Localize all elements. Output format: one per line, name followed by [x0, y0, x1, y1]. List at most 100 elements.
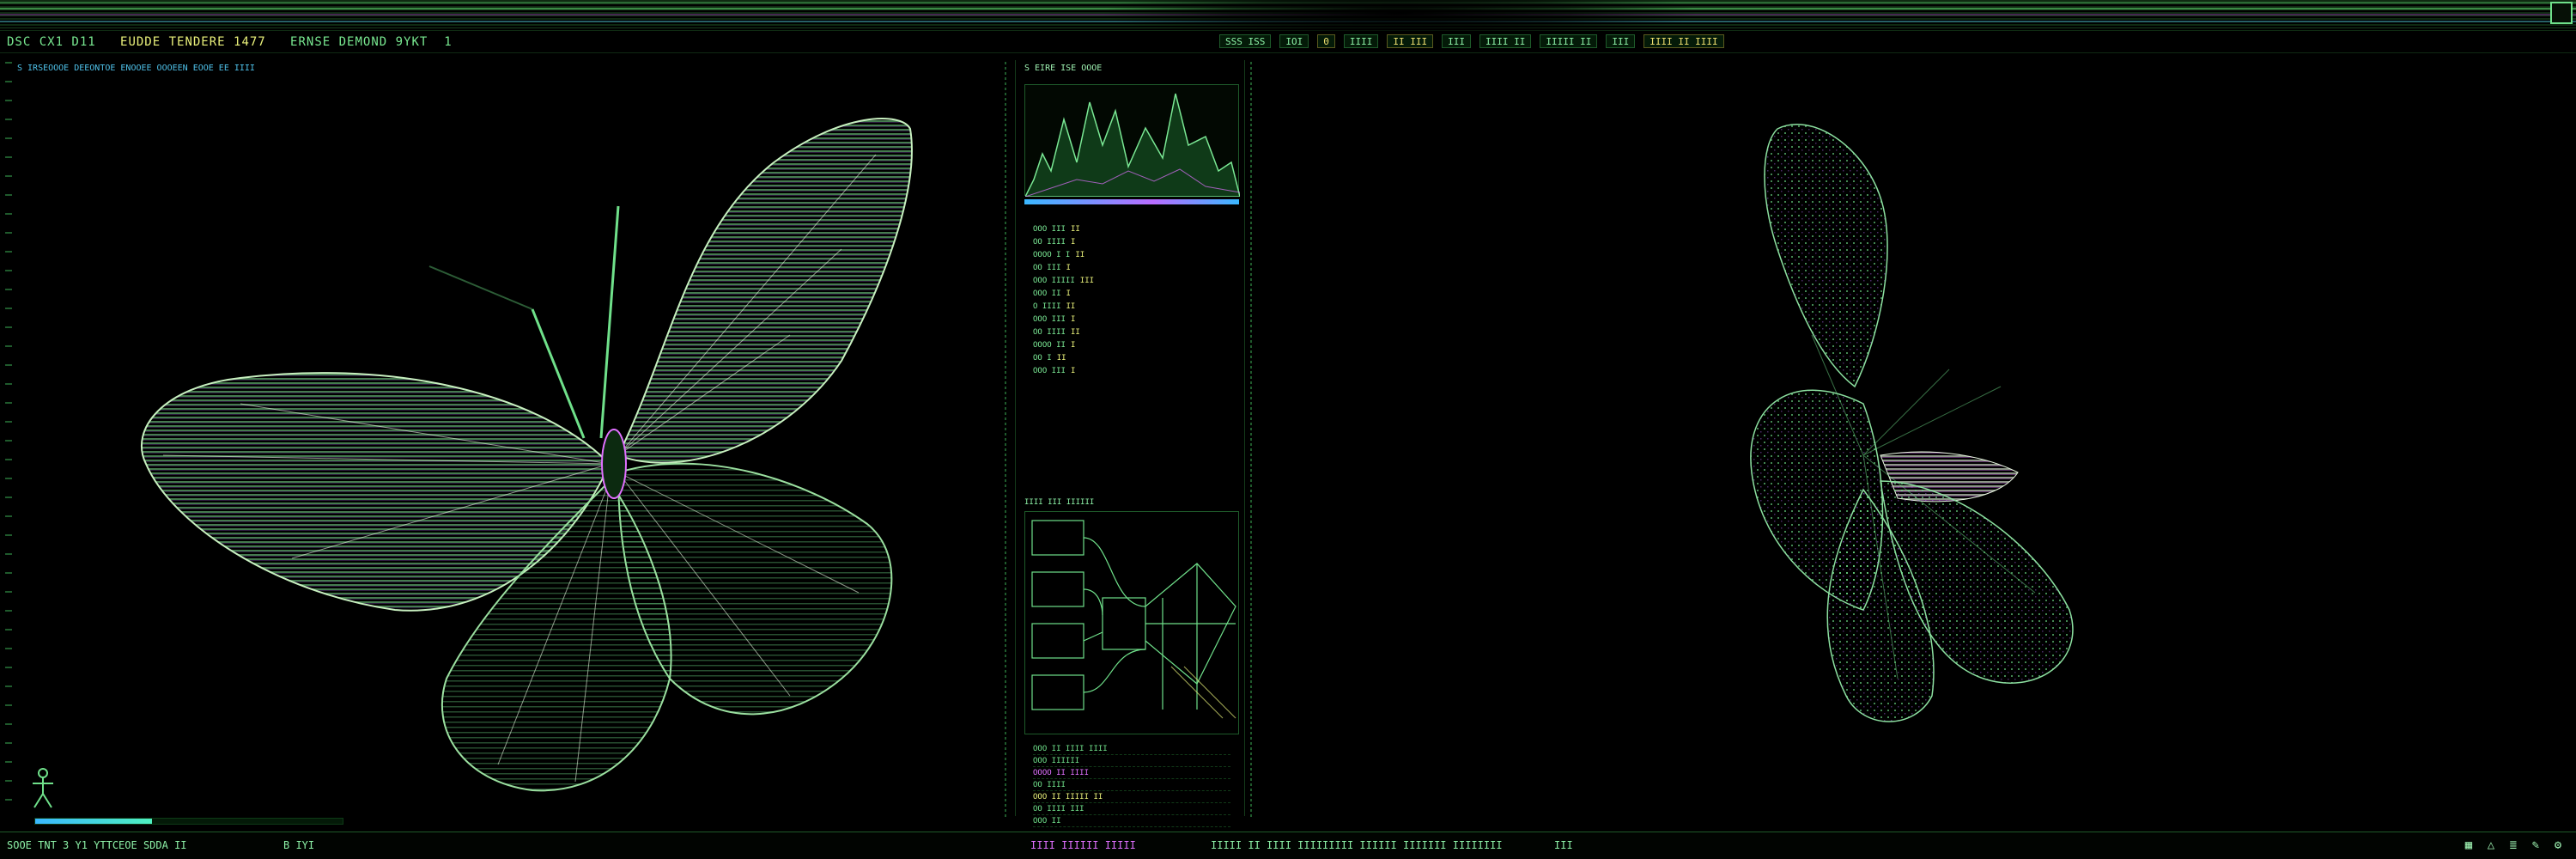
antenna — [531, 205, 620, 439]
title-segment: 1 — [444, 35, 453, 49]
toolbar: SSS ISS IOI 0 IIII II III III IIII II II… — [1219, 34, 1724, 48]
toolbar-button[interactable]: IIII II IIII — [1643, 34, 1724, 48]
property-label: OOO IIIII — [1033, 277, 1075, 285]
property-label: OOO III — [1033, 367, 1066, 375]
toolbar-button[interactable]: SSS ISS — [1219, 34, 1272, 48]
node-box — [1031, 623, 1084, 659]
property-value: II — [1066, 302, 1076, 311]
property-label: OOO III — [1033, 315, 1066, 324]
status-left: SOOE TNT 3 Y1 YTTCEOE SDDA II — [7, 839, 187, 851]
status-bar: SOOE TNT 3 Y1 YTTCEOE SDDA II B IYI IIII… — [0, 832, 2576, 859]
title-segment: ERNSE DEMOND 9YKT — [290, 35, 428, 49]
toolbar-button[interactable]: IOI — [1279, 34, 1309, 48]
zoom-readout[interactable]: B IYI — [283, 839, 314, 851]
toolbar-button[interactable]: 0 — [1317, 34, 1335, 48]
layer-row[interactable]: OOO II — [1033, 815, 1230, 827]
property-label: OOO III — [1033, 225, 1066, 234]
viewport-left[interactable] — [17, 77, 996, 816]
property-label: OO I — [1033, 354, 1052, 362]
figure-marker-icon — [27, 766, 58, 809]
inspector-header: S EIRE ISE OOOE — [1024, 64, 1103, 73]
node-editor-header: IIII III IIIIII — [1024, 498, 1095, 507]
property-row[interactable]: OO I II — [1033, 352, 1094, 365]
status-mid-b: IIIII II IIII IIIIIIIII IIIIII IIIIIII I… — [1211, 839, 1503, 851]
toolbar-button[interactable]: IIII II — [1479, 34, 1532, 48]
window-title: DSC CX1 D11 EUDDE TENDERE 1477 ERNSE DEM… — [7, 35, 453, 49]
title-segment: DSC CX1 D11 — [7, 35, 96, 49]
property-row[interactable]: OOOO II I — [1033, 339, 1094, 352]
layer-row[interactable]: OOO II IIIII II — [1033, 791, 1230, 803]
property-row[interactable]: OOO III I — [1033, 314, 1094, 326]
grid-icon[interactable]: ▦ — [2461, 838, 2476, 853]
property-label: OOOO I I — [1033, 251, 1071, 259]
node-graph[interactable] — [1024, 511, 1239, 734]
property-value: II — [1056, 354, 1066, 362]
render-progress-bar — [34, 818, 343, 825]
property-value: I — [1066, 264, 1071, 272]
property-value: III — [1079, 277, 1095, 285]
upper-right-wing — [617, 118, 913, 464]
viewport-right[interactable] — [1262, 77, 2550, 816]
layer-row[interactable]: OO IIII III — [1033, 803, 1230, 815]
node-box — [1031, 520, 1084, 556]
property-row[interactable]: OOO III II — [1033, 223, 1094, 236]
panel-divider[interactable] — [1250, 62, 1252, 818]
property-value: I — [1070, 367, 1076, 375]
property-row[interactable]: OOO IIIII III — [1033, 275, 1094, 288]
butterfly-wireframe-left — [141, 118, 913, 792]
triangle-icon[interactable]: △ — [2483, 838, 2499, 853]
property-value: I — [1070, 238, 1076, 247]
property-label: OO IIII — [1033, 238, 1066, 247]
toolbar-button[interactable]: IIIII II — [1540, 34, 1598, 48]
toolbar-button[interactable]: II III — [1387, 34, 1434, 48]
property-value: I — [1066, 289, 1071, 298]
property-row[interactable]: OO III I — [1033, 262, 1094, 275]
layers-icon[interactable]: ≣ — [2506, 838, 2521, 853]
property-value: II — [1070, 225, 1080, 234]
toolbar-button[interactable]: III — [1606, 34, 1636, 48]
menu-bar: DSC CX1 D11 EUDDE TENDERE 1477 ERNSE DEM… — [0, 31, 2576, 53]
breadcrumb: S IRSEOOOE DEEONTOE ENOOEE OOOEEN EOOE E… — [17, 64, 255, 73]
histogram-gradient-bar[interactable] — [1024, 199, 1239, 204]
property-row[interactable]: OOO II I — [1033, 288, 1094, 301]
butterfly-wireframe-right — [1750, 124, 2074, 722]
property-row[interactable]: OOO III I — [1033, 365, 1094, 378]
histogram-curve — [1024, 93, 1241, 198]
property-row[interactable]: OO IIII II — [1033, 326, 1094, 339]
toolbar-button[interactable]: III — [1442, 34, 1471, 48]
window-control-icon[interactable] — [2550, 2, 2573, 24]
property-row[interactable]: O IIII II — [1033, 301, 1094, 314]
property-row[interactable]: OOOO I I II — [1033, 249, 1094, 262]
layer-row[interactable]: OO IIII — [1033, 779, 1230, 791]
property-value: II — [1075, 251, 1085, 259]
layer-row[interactable]: OOO II IIII IIII — [1033, 743, 1230, 755]
property-label: OOOO II — [1033, 341, 1066, 350]
glitch-dark-blob — [1099, 0, 1700, 31]
layer-row[interactable]: OOOO II IIII — [1033, 767, 1230, 779]
left-ruler[interactable] — [5, 62, 12, 809]
brush-icon[interactable]: ✎ — [2528, 838, 2543, 853]
butterfly-body — [601, 429, 627, 499]
status-mid-a: IIII IIIIII IIIII — [1030, 839, 1136, 851]
settings-icon[interactable]: ⚙ — [2550, 838, 2566, 853]
inspector-panel: S EIRE ISE OOOE OOO III II OO IIII I OOOO … — [1015, 60, 1245, 827]
property-value: II — [1070, 328, 1080, 337]
node-box — [1031, 674, 1084, 710]
property-label: OOO II — [1033, 289, 1061, 298]
property-row[interactable]: OO IIII I — [1033, 236, 1094, 249]
upper-wing — [1764, 124, 1888, 388]
layer-row[interactable]: OOO IIIIII — [1033, 755, 1230, 767]
layer-list: OOO II IIII IIII OOO IIIIII OOOO II IIII… — [1033, 743, 1230, 827]
property-label: OO III — [1033, 264, 1061, 272]
status-right: III — [1554, 839, 1573, 851]
property-value: I — [1070, 341, 1076, 350]
toolbar-button[interactable]: IIII — [1343, 34, 1379, 48]
top-glitch-strip — [0, 0, 2576, 31]
node-box — [1031, 571, 1084, 607]
histogram — [1024, 84, 1241, 198]
property-label: OO IIII — [1033, 328, 1066, 337]
property-list: OOO III II OO IIII I OOOO I I II OO III I OO… — [1033, 223, 1094, 378]
property-label: O IIII — [1033, 302, 1061, 311]
status-icons: ▦ △ ≣ ✎ ⚙ — [2461, 838, 2566, 853]
panel-divider[interactable] — [1005, 62, 1006, 818]
